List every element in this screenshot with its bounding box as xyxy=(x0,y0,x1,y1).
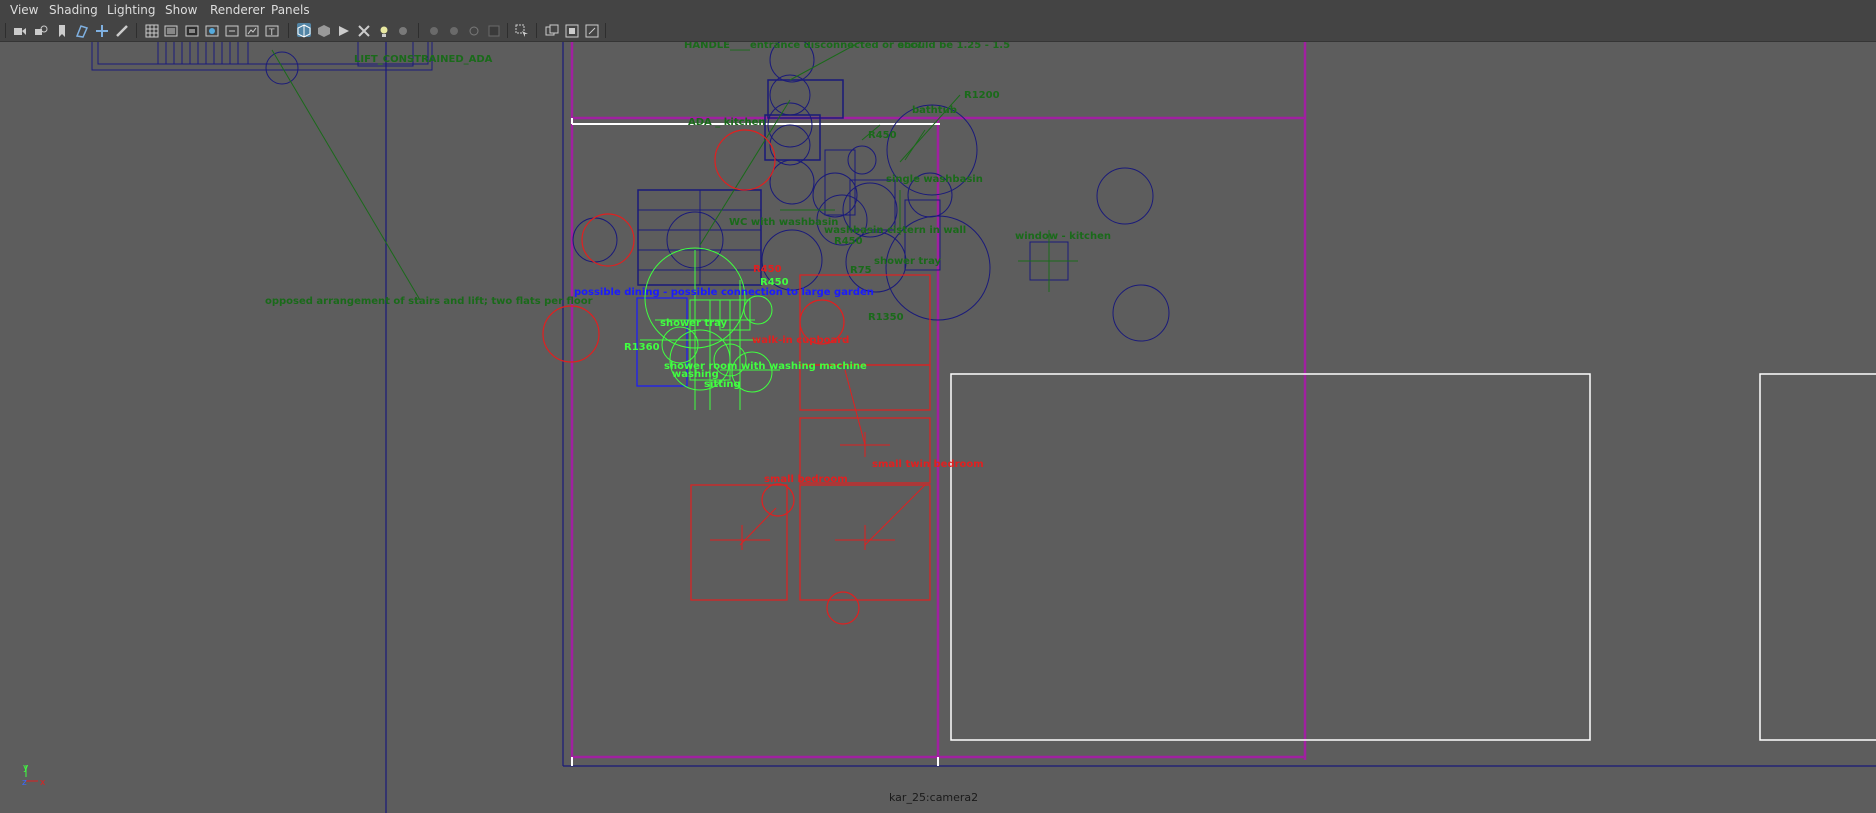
safe-action-icon[interactable] xyxy=(245,23,259,37)
gate-mask-icon[interactable] xyxy=(205,23,219,37)
axis-x-label: x xyxy=(40,778,46,788)
toolbar-separator xyxy=(136,23,137,38)
lift-marker-circle xyxy=(265,51,299,85)
label-window-kitchen: window - kitchen xyxy=(1015,231,1111,242)
dark-green-labels: LIFT_CONSTRAINED_ADA HANDLE____entrance … xyxy=(265,42,1111,323)
grid-icon[interactable] xyxy=(145,23,159,38)
camera-icon[interactable] xyxy=(13,23,27,37)
lift-grill xyxy=(157,42,249,65)
safe-title-icon[interactable]: T xyxy=(265,23,279,38)
label-wc-with-washbasin: WC with washbasin xyxy=(729,217,838,228)
label-r450-c: R450 xyxy=(753,264,782,275)
frame-all-icon[interactable] xyxy=(545,23,559,37)
camera-name-label: kar_25:camera2 xyxy=(889,791,978,804)
axis-z-label: z xyxy=(22,778,27,788)
menu-show[interactable]: Show xyxy=(165,0,197,20)
xray-icon[interactable] xyxy=(357,23,371,37)
label-r1350: R1350 xyxy=(868,312,904,323)
toolbar-separator xyxy=(507,23,508,38)
fixture-box xyxy=(849,179,896,231)
menu-shading[interactable]: Shading xyxy=(49,0,98,20)
label-should-be: should be 1.25 - 1.5 xyxy=(898,42,1010,51)
camera-attributes-icon[interactable] xyxy=(34,23,48,37)
label-bathtub: bathtub xyxy=(912,105,957,116)
panel-toolbar: T xyxy=(0,20,1876,42)
white-room-outline xyxy=(1759,373,1876,741)
label-small-twin-bedroom: small twin bedroom xyxy=(872,459,984,470)
menu-renderer[interactable]: Renderer xyxy=(210,0,265,20)
isolate-select-icon[interactable] xyxy=(515,23,529,37)
label-r1200: R1200 xyxy=(964,90,1000,101)
frame-selection-icon[interactable] xyxy=(565,23,579,38)
axis-indicator: y z x xyxy=(22,763,46,788)
shadows-icon[interactable] xyxy=(397,23,411,37)
toolbar-separator xyxy=(288,23,289,38)
menu-panels[interactable]: Panels xyxy=(271,0,310,20)
label-r1360: R1360 xyxy=(624,342,660,353)
smooth-shade-icon[interactable] xyxy=(317,23,331,37)
label-lift-constrained: LIFT_CONSTRAINED_ADA xyxy=(354,54,493,65)
bookmark-icon[interactable] xyxy=(55,23,69,37)
label-r450-a: R450 xyxy=(868,130,897,141)
label-r75: R75 xyxy=(850,265,872,276)
scene-drawing: LIFT_CONSTRAINED_ADA HANDLE____entrance … xyxy=(22,42,1876,813)
film-gate-icon[interactable] xyxy=(164,23,178,37)
depth-of-field-icon[interactable] xyxy=(487,23,501,37)
lights-icon[interactable] xyxy=(377,23,391,37)
grease-pencil-icon[interactable] xyxy=(115,23,129,37)
maya-viewport-panel: View Shading Lighting Show Renderer Pane… xyxy=(0,0,1876,813)
field-chart-icon[interactable] xyxy=(225,23,239,37)
panel-menu-bar: View Shading Lighting Show Renderer Pane… xyxy=(0,0,1876,20)
axis-y-label: y xyxy=(23,763,29,773)
image-plane-icon[interactable] xyxy=(75,23,89,38)
resolution-gate-icon[interactable] xyxy=(185,23,199,37)
leader-line xyxy=(271,49,421,301)
menu-view[interactable]: View xyxy=(10,0,38,20)
label-r450-b: R450 xyxy=(834,236,863,247)
red-room-items xyxy=(542,129,931,625)
white-room-outline xyxy=(950,373,1591,741)
label-sitting: sitting xyxy=(704,379,741,390)
label-opposed-arrangement: opposed arrangement of stairs and lift; … xyxy=(265,296,593,307)
motion-blur-icon[interactable] xyxy=(447,23,461,37)
toolbar-separator xyxy=(418,23,419,38)
label-shower-tray-b: shower tray xyxy=(660,318,728,329)
label-ada-kitchen: ADA _ kitchen xyxy=(688,117,766,128)
use-default-material-icon[interactable] xyxy=(337,23,351,37)
label-possible-dining: possible dining - possible connection to… xyxy=(574,287,874,298)
svg-text:T: T xyxy=(268,28,275,38)
toolbar-separator xyxy=(536,23,537,38)
wireframe-viewport[interactable]: LIFT_CONSTRAINED_ADA HANDLE____entrance … xyxy=(0,42,1876,813)
label-small-bedroom: small bedroom xyxy=(764,474,848,485)
label-shower-tray-a: shower tray xyxy=(874,256,942,267)
toggle-hud-icon[interactable] xyxy=(585,23,599,38)
label-washbasin-in-wall: washbasin cistern in wall xyxy=(824,225,966,236)
ambient-occlusion-icon[interactable] xyxy=(427,23,441,37)
2d-pan-zoom-icon[interactable] xyxy=(95,23,109,37)
kitchen-cabinet-lines xyxy=(638,190,761,285)
wireframe-icon[interactable] xyxy=(297,23,311,38)
label-handle: HANDLE____entrance disconnected or ecc? xyxy=(684,42,922,51)
label-walk-in-cupboard: walk-in cupboard xyxy=(752,335,849,346)
menu-lighting[interactable]: Lighting xyxy=(107,0,156,20)
anti-alias-icon[interactable] xyxy=(467,23,481,37)
label-r450-d: R450 xyxy=(760,277,789,288)
lift-grill-bars xyxy=(165,42,239,64)
toolbar-separator xyxy=(605,23,606,38)
label-single-washbasin: single washbasin xyxy=(886,174,983,185)
toolbar-separator xyxy=(5,23,6,38)
